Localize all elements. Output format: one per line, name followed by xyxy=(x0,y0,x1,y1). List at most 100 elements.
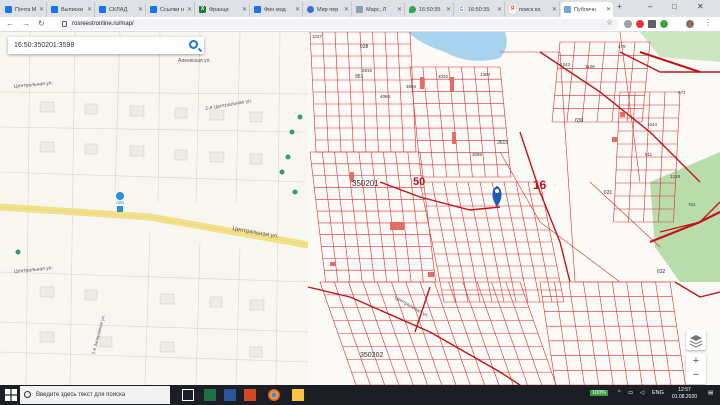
parcel-number: 951 xyxy=(355,74,364,80)
parcel-number: 3615 xyxy=(497,140,509,146)
close-icon[interactable]: ✕ xyxy=(39,6,44,13)
cadastral-search-input[interactable]: 16:50:350201:3598 xyxy=(8,37,204,54)
close-icon[interactable]: ✕ xyxy=(187,6,192,13)
doc-icon xyxy=(99,6,106,13)
layers-icon xyxy=(689,335,703,348)
mail-icon xyxy=(5,6,12,13)
back-button[interactable]: ← xyxy=(6,19,14,28)
excel-app-icon[interactable] xyxy=(204,389,216,401)
parcel-number: 1128 xyxy=(585,64,595,69)
url-text: rosreestronline.ru/map/ xyxy=(72,21,134,27)
zoom-in-button[interactable]: + xyxy=(686,354,706,368)
tab-label: 16:50:35 xyxy=(468,6,490,13)
notifications-icon[interactable]: ▤ xyxy=(708,390,713,396)
tab-label: СКЛАД xyxy=(109,6,128,13)
file-explorer-icon[interactable] xyxy=(292,389,304,401)
language-indicator[interactable]: ENG xyxy=(652,390,664,396)
star-icon[interactable]: ☆ xyxy=(606,18,614,27)
extension-vpn-icon[interactable] xyxy=(624,20,632,28)
close-window-button[interactable]: ✕ xyxy=(697,2,704,11)
zoom-out-button[interactable]: − xyxy=(686,368,706,382)
rosreestr-icon xyxy=(564,6,571,13)
tab-label: Фин мод xyxy=(264,6,286,13)
close-icon[interactable]: ✕ xyxy=(344,6,349,13)
chrome-app-icon[interactable] xyxy=(268,389,280,401)
close-icon[interactable]: ✕ xyxy=(606,6,611,13)
close-icon[interactable]: ✕ xyxy=(446,6,451,13)
tab-fin-model[interactable]: Фин мод ✕ xyxy=(251,2,303,17)
maximize-button[interactable]: □ xyxy=(672,2,677,11)
tab-coords-google[interactable]: G 16:50:35 ✕ xyxy=(455,2,505,17)
parcel-number: 2819 xyxy=(362,68,373,73)
zoom-control: + − xyxy=(686,354,706,384)
parcel-number: 761 xyxy=(688,202,696,207)
close-icon[interactable]: ✕ xyxy=(295,6,300,13)
url-field[interactable]: rosreestronline.ru/map/ xyxy=(58,19,618,30)
tab-public-map[interactable]: Публичн ✕ xyxy=(561,2,613,17)
parcel-number: 1243 xyxy=(560,62,571,67)
tab-label: Публичн xyxy=(574,6,596,13)
profile-avatar-icon[interactable] xyxy=(686,20,694,28)
parcel-number: 3095 xyxy=(472,152,483,157)
minimize-button[interactable]: – xyxy=(648,2,652,11)
extension-opera-icon[interactable] xyxy=(636,20,644,28)
close-icon[interactable]: ✕ xyxy=(138,6,143,13)
parcel-number: 3694 xyxy=(406,84,417,89)
tab-label: Выписки xyxy=(61,6,83,13)
app-icon[interactable] xyxy=(224,389,236,401)
clock-date: 01.08.2020 xyxy=(672,394,698,400)
battery-indicator[interactable]: 100% xyxy=(590,390,609,396)
globe-icon xyxy=(307,6,314,13)
reload-button[interactable]: ↻ xyxy=(38,19,45,28)
taskbar-clock[interactable]: 12:57 01.08.2020 xyxy=(672,387,697,401)
parcel-number: 1227 xyxy=(312,34,323,39)
extension-icon[interactable] xyxy=(648,20,656,28)
task-view-icon[interactable] xyxy=(182,389,194,401)
volume-icon[interactable]: ◁ xyxy=(640,390,644,396)
close-icon[interactable]: ✕ xyxy=(242,6,247,13)
excel-icon: X xyxy=(199,6,206,13)
close-icon[interactable]: ✕ xyxy=(552,6,557,13)
forward-button[interactable]: → xyxy=(22,19,30,28)
tab-label: Мир пер xyxy=(317,6,339,13)
close-icon[interactable]: ✕ xyxy=(87,6,92,13)
tab-mail[interactable]: Почта М ✕ xyxy=(2,2,47,17)
parcel-number: 938 xyxy=(360,44,369,50)
close-icon[interactable]: ✕ xyxy=(397,6,402,13)
tab-label: Марс, Л xyxy=(366,6,387,13)
new-tab-button[interactable]: + xyxy=(617,2,622,11)
tab-sklad[interactable]: СКЛАД ✕ xyxy=(96,2,146,17)
tab-franchise[interactable]: X Франци ✕ xyxy=(196,2,250,17)
tab-mars[interactable]: Марс, Л ✕ xyxy=(353,2,405,17)
doc-icon xyxy=(150,6,157,13)
network-icon[interactable]: ▭ xyxy=(628,390,633,396)
tab-links[interactable]: Ссылки н ✕ xyxy=(147,2,195,17)
map-viewport[interactable]: Алеевская ул. Центральная ул. 2-я Центра… xyxy=(0,32,720,385)
tab-strip: Почта М ✕ Выписки ✕ СКЛАД ✕ Ссылки н ✕ X Фран… xyxy=(0,0,720,17)
tab-label: Франци xyxy=(209,6,229,13)
address-bar: ← → ↻ rosreestronline.ru/map/ ☆ ⋮ xyxy=(0,17,720,32)
close-icon[interactable]: ✕ xyxy=(497,6,502,13)
parcel-number: 631 xyxy=(604,190,613,196)
tab-yandex-search[interactable]: Япоиск ка ✕ xyxy=(506,2,560,17)
quarter-label: 50 xyxy=(413,176,426,188)
tab-mir[interactable]: Мир пер ✕ xyxy=(304,2,352,17)
quarter-label: 350201 xyxy=(352,179,379,188)
map-canvas[interactable] xyxy=(0,32,720,385)
tab-vypiski[interactable]: Выписки ✕ xyxy=(48,2,95,17)
windows-start-icon[interactable] xyxy=(5,389,17,401)
search-icon xyxy=(24,391,31,398)
layers-button[interactable] xyxy=(686,330,706,350)
parcel-number: 1044 xyxy=(647,122,658,127)
tray-chevron-icon[interactable]: ^ xyxy=(618,390,621,396)
extension-green-icon[interactable] xyxy=(660,20,668,28)
tab-label: Почта М xyxy=(15,6,37,13)
menu-dots-icon[interactable]: ⋮ xyxy=(704,18,712,27)
tab-label: Ссылки н xyxy=(160,6,184,13)
tab-coords-maps[interactable]: 16:50:35 ✕ xyxy=(406,2,454,17)
search-icon[interactable] xyxy=(189,40,198,49)
app-icon[interactable] xyxy=(244,389,256,401)
taskbar-search-input[interactable]: Введите здесь текст для поиска xyxy=(20,386,170,404)
parcel-number: 632 xyxy=(657,269,666,275)
maps-pin-icon xyxy=(409,6,416,13)
